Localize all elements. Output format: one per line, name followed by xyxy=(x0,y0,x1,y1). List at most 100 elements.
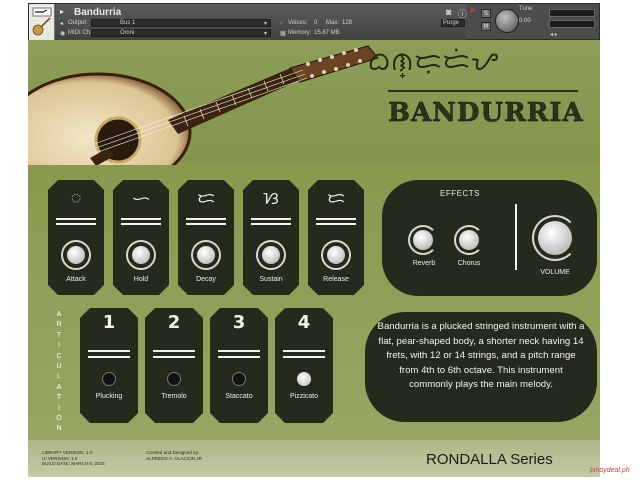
sustain-knob[interactable] xyxy=(256,240,286,270)
tremolo-label: Tremolo xyxy=(161,393,187,400)
chorus-knob[interactable] xyxy=(459,230,479,250)
card-rule xyxy=(251,218,291,220)
reverb-knob[interactable] xyxy=(413,230,433,250)
volume-knob[interactable] xyxy=(538,221,572,255)
card-rule xyxy=(88,350,130,352)
sustain-label: Sustain xyxy=(259,276,283,283)
max-label: Max: xyxy=(326,20,340,26)
card-rule xyxy=(283,356,325,358)
effects-divider xyxy=(515,204,517,270)
attack-knob[interactable] xyxy=(61,240,91,270)
release-card: ᜇ Release xyxy=(308,180,364,295)
instrument-panel: ᜊᜈ᜔ᜇᜓᜇᜒᜌ BANDURRIA ᜀ Attack ᜑ Hold ᜇ Dec… xyxy=(28,40,600,477)
articulation-letter: L xyxy=(57,373,61,381)
articulation-letter: U xyxy=(56,363,62,371)
knob-cap xyxy=(327,246,345,264)
decay-glyph: ᜇ xyxy=(197,189,215,209)
max-voices-value[interactable]: 128 xyxy=(342,20,352,26)
memory-value: 15.87 MB xyxy=(314,30,340,36)
bandurria-illustration xyxy=(28,45,379,165)
card-rule xyxy=(251,223,291,225)
effects-panel: EFFECTS Reverb Chorus VOLUME xyxy=(382,180,597,296)
tune-label: Tune xyxy=(519,6,533,12)
articulation-letter: O xyxy=(56,415,62,423)
attack-label: Attack xyxy=(66,276,86,283)
articulation-tremolo[interactable]: 2 Tremolo xyxy=(145,308,203,423)
articulation-letter: N xyxy=(56,425,62,433)
release-knob[interactable] xyxy=(321,240,351,270)
articulation-letter: T xyxy=(56,331,62,339)
staccato-led[interactable] xyxy=(232,372,246,386)
created-by-label: Created and Designed by: xyxy=(146,450,200,455)
card-rule xyxy=(56,218,96,220)
hold-card: ᜑ Hold xyxy=(113,180,169,295)
hold-knob[interactable] xyxy=(126,240,156,270)
output-arrow-icon: ◂ xyxy=(60,21,64,27)
midi-label: MIDI Ch: xyxy=(68,30,92,36)
articulation-letter: A xyxy=(56,383,62,391)
author-name: ALFREDO A. GLACION JR xyxy=(146,455,202,461)
card-rule xyxy=(153,350,195,352)
card-rule xyxy=(56,223,96,225)
title-divider xyxy=(388,90,578,92)
camera-icon[interactable]: ◙ xyxy=(446,7,451,17)
midi-select[interactable]: Omni ▾ xyxy=(91,29,271,37)
level-meter-right xyxy=(549,20,595,28)
decay-label: Decay xyxy=(196,276,216,283)
purge-select[interactable]: Purge xyxy=(441,19,465,27)
baybayin-title: ᜊᜈ᜔ᜇᜓᜇᜒᜌ xyxy=(368,47,499,77)
articulation-letter: R xyxy=(56,321,62,329)
articulation-staccato[interactable]: 3 Staccato xyxy=(210,308,268,423)
chorus-label: Chorus xyxy=(457,260,481,267)
card-rule xyxy=(316,223,356,225)
solo-button[interactable]: S xyxy=(481,9,491,18)
instrument-icon[interactable] xyxy=(29,4,55,41)
purge-label: Purge xyxy=(443,20,460,26)
articulation-number: 4 xyxy=(297,312,311,333)
reverb-label: Reverb xyxy=(412,260,436,267)
midi-dropdown-icon: ▾ xyxy=(264,31,268,37)
series-name: RONDALLA Series xyxy=(426,451,553,468)
instrument-title: BANDURRIA xyxy=(388,98,584,129)
output-dropdown-icon: ▾ xyxy=(264,21,268,27)
pizzicato-label: Pizzicato xyxy=(289,393,318,400)
card-rule xyxy=(283,350,325,352)
voices-value: 0 xyxy=(314,20,318,26)
articulation-plucking[interactable]: 1 Plucking xyxy=(80,308,138,423)
attack-glyph: ᜀ xyxy=(70,187,82,207)
release-glyph: ᜇ xyxy=(327,189,345,209)
plucking-led[interactable] xyxy=(102,372,116,386)
knob-cap xyxy=(262,246,280,264)
card-rule xyxy=(186,218,226,220)
mute-button[interactable]: M xyxy=(481,22,491,31)
instrument-name[interactable]: Bandurria xyxy=(74,7,121,18)
site-watermark: pinoydeal.ph xyxy=(590,467,630,474)
tremolo-led[interactable] xyxy=(167,372,181,386)
close-icon[interactable]: ✕ xyxy=(469,5,477,16)
sustain-glyph: ᜐ xyxy=(263,189,279,209)
tune-knob[interactable] xyxy=(495,9,519,33)
articulation-letter: C xyxy=(56,352,62,360)
articulation-letter: I xyxy=(58,404,60,412)
knob-cap xyxy=(67,246,85,264)
hold-glyph: ᜑ xyxy=(132,189,150,209)
memory-icon: ▦ xyxy=(280,31,286,37)
credits: Created and Designed by: ALFREDO A. GLAC… xyxy=(146,450,202,461)
tune-value[interactable]: 0.00 xyxy=(519,18,531,24)
collapse-arrow-icon[interactable]: ▸ xyxy=(60,7,64,16)
decay-knob[interactable] xyxy=(191,240,221,270)
articulation-number: 1 xyxy=(102,312,116,333)
card-rule xyxy=(153,356,195,358)
card-rule xyxy=(218,350,260,352)
card-rule xyxy=(186,223,226,225)
articulation-number: 2 xyxy=(167,312,181,333)
pizzicato-led[interactable] xyxy=(297,372,311,386)
midi-value: Omni xyxy=(120,30,135,36)
plucking-label: Plucking xyxy=(95,393,123,400)
knob-cap xyxy=(197,246,215,264)
attack-card: ᜀ Attack xyxy=(48,180,104,295)
output-select[interactable]: Bus 1 ▾ xyxy=(91,19,271,27)
articulation-pizzicato[interactable]: 4 Pizzicato xyxy=(275,308,333,423)
articulation-number: 3 xyxy=(232,312,246,333)
voices-label: Voices: xyxy=(288,20,308,26)
